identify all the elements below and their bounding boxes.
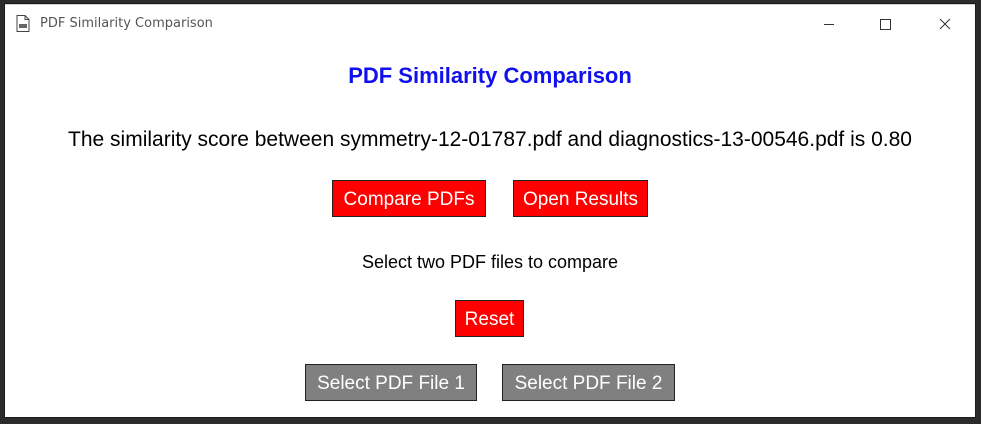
minimize-icon [824,24,834,25]
compare-pdfs-button[interactable]: Compare PDFs [332,180,486,217]
close-button[interactable] [922,5,968,43]
close-icon [939,18,951,30]
select-pdf-2-button[interactable]: Select PDF File 2 [502,364,675,401]
app-window: PDF Similarity Comparison PDF Similarity… [5,4,975,417]
status-label: Select two PDF files to compare [361,252,619,272]
maximize-button[interactable] [862,5,908,43]
maximize-icon [880,19,891,30]
select-pdf-1-button[interactable]: Select PDF File 1 [305,364,477,401]
page-title: PDF Similarity Comparison [348,63,632,88]
similarity-result-text: The similarity score between symmetry-12… [68,128,912,151]
window-title: PDF Similarity Comparison [40,16,213,31]
main-content: PDF Similarity Comparison The similarity… [5,43,975,417]
reset-button[interactable]: Reset [455,300,524,337]
minimize-button[interactable] [806,5,852,43]
open-results-button[interactable]: Open Results [513,180,648,217]
title-bar: PDF Similarity Comparison [5,5,975,43]
pdf-file-icon [16,15,30,32]
